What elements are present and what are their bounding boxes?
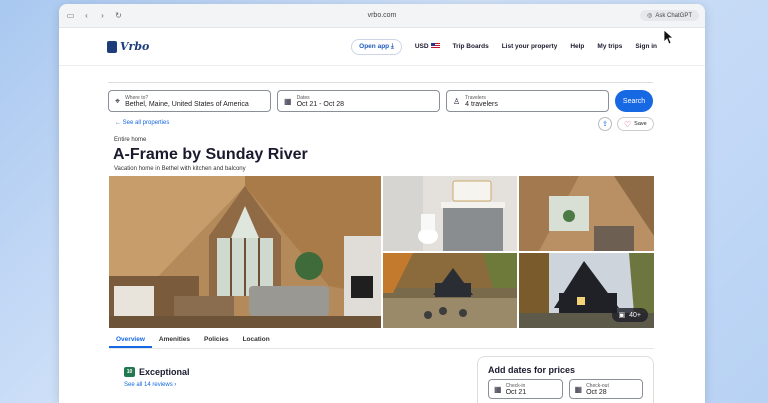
reviews-label: See all 14 reviews xyxy=(124,382,173,388)
checkout-field[interactable]: ▦ Check-out Oct 28 xyxy=(568,379,643,399)
tab-policies[interactable]: Policies xyxy=(197,331,236,348)
destination-field[interactable]: ⌖ Where to? Bethel, Maine, United States … xyxy=(108,90,271,112)
see-all-reviews-link[interactable]: See all 14 reviews › xyxy=(124,382,176,388)
heart-icon: ♡ xyxy=(624,119,632,129)
divider xyxy=(108,82,653,83)
open-app-label: Open app xyxy=(359,42,390,50)
property-type: Entire home xyxy=(114,137,147,143)
calendar-icon: ▦ xyxy=(574,384,583,394)
bathroom-image xyxy=(383,176,517,251)
search-bar: ⌖ Where to? Bethel, Maine, United States … xyxy=(108,90,653,112)
rating-score-badge: 10 xyxy=(124,367,135,377)
living-room-image xyxy=(109,176,381,328)
travelers-field[interactable]: ♙ Travelers 4 travelers xyxy=(446,90,609,112)
photo-gallery: ▣ 40+ xyxy=(109,176,654,328)
trip-boards-link[interactable]: Trip Boards xyxy=(453,43,489,50)
travelers-value: 4 travelers xyxy=(465,100,498,108)
forward-icon[interactable]: › xyxy=(97,10,108,21)
mouse-cursor-icon xyxy=(664,30,674,44)
see-all-properties-link[interactable]: ← See all properties xyxy=(115,120,169,126)
sidebar-toggle-icon[interactable]: ▭ xyxy=(65,10,76,21)
share-icon: ⇪ xyxy=(602,121,608,128)
vrbo-logo[interactable]: Vrbo xyxy=(107,40,149,53)
tab-overview[interactable]: Overview xyxy=(109,331,152,348)
vrbo-logo-icon xyxy=(107,40,117,53)
download-icon: ⤓ xyxy=(390,42,394,50)
us-flag-icon xyxy=(430,43,440,50)
search-button[interactable]: Search xyxy=(615,90,653,112)
destination-value: Bethel, Maine, United States of America xyxy=(125,100,249,108)
browser-toolbar: ▭ ‹ › ↻ vrbo.com ◎ Ask ChatGPT xyxy=(59,4,705,28)
person-icon: ♙ xyxy=(453,96,461,106)
sign-in-link[interactable]: Sign in xyxy=(635,43,657,50)
checkin-label: Check-in xyxy=(505,382,526,389)
listing-title: A-Frame by Sunday River xyxy=(113,146,308,163)
dates-field[interactable]: ▦ Dates Oct 21 - Oct 28 xyxy=(277,90,440,112)
logo-text: Vrbo xyxy=(120,40,150,53)
show-all-photos-button[interactable]: ▣ 40+ xyxy=(611,308,648,322)
checkin-value: Oct 21 xyxy=(505,388,527,396)
location-pin-icon: ⌖ xyxy=(115,95,121,106)
back-icon[interactable]: ‹ xyxy=(81,10,92,21)
ask-chatgpt-label: Ask ChatGPT xyxy=(655,12,692,19)
calendar-icon: ▦ xyxy=(284,96,292,106)
reload-icon[interactable]: ↻ xyxy=(113,10,124,21)
listing-subtitle: Vacation home in Bethel with kitchen and… xyxy=(114,166,246,172)
tab-amenities[interactable]: Amenities xyxy=(152,331,197,348)
ask-chatgpt-button[interactable]: ◎ Ask ChatGPT xyxy=(640,10,699,21)
price-card-heading: Add dates for prices xyxy=(488,365,576,375)
loft-image xyxy=(519,176,654,251)
currency-selector[interactable]: USD xyxy=(415,43,440,50)
exterior-photo[interactable] xyxy=(383,253,517,328)
address-bar[interactable]: vrbo.com xyxy=(59,12,705,19)
exterior-night-photo[interactable]: ▣ 40+ xyxy=(519,253,654,328)
my-trips-link[interactable]: My trips xyxy=(597,43,622,50)
listing-actions: ⇪ ♡ Save xyxy=(598,117,654,131)
header-nav: Open app ⤓ USD Trip Boards List your pro… xyxy=(351,38,657,55)
listing-tabs: Overview Amenities Policies Location xyxy=(109,331,654,349)
rating-label: Exceptional xyxy=(139,367,190,377)
see-all-label: See all properties xyxy=(122,120,170,126)
photos-icon: ▣ xyxy=(618,312,626,319)
date-pickers: ▦ Check-in Oct 21 ▦ Check-out Oct 28 xyxy=(488,379,643,399)
list-property-link[interactable]: List your property xyxy=(502,43,558,50)
chatgpt-icon: ◎ xyxy=(647,13,653,19)
site-header: Vrbo Open app ⤓ USD Trip Boards List you… xyxy=(59,28,705,66)
currency-label: USD xyxy=(414,43,429,50)
help-link[interactable]: Help xyxy=(570,43,584,50)
bathroom-photo[interactable] xyxy=(383,176,517,251)
share-button[interactable]: ⇪ xyxy=(598,117,612,131)
arrow-left-icon: ← xyxy=(115,120,121,126)
open-app-button[interactable]: Open app ⤓ xyxy=(351,38,402,55)
save-button[interactable]: ♡ Save xyxy=(617,117,654,131)
rating-summary: 10 Exceptional xyxy=(124,367,190,377)
dates-value: Oct 21 - Oct 28 xyxy=(296,100,345,108)
calendar-icon: ▦ xyxy=(494,384,502,394)
checkin-field[interactable]: ▦ Check-in Oct 21 xyxy=(488,379,563,399)
chevron-right-icon: › xyxy=(174,382,177,388)
save-label: Save xyxy=(634,121,647,127)
price-card: Add dates for prices ▦ Check-in Oct 21 ▦ … xyxy=(477,356,654,403)
checkout-label: Check-out xyxy=(586,382,609,389)
loft-photo[interactable] xyxy=(519,176,654,251)
main-photo[interactable] xyxy=(109,176,381,328)
exterior-yard-image xyxy=(383,253,517,328)
browser-window: ▭ ‹ › ↻ vrbo.com ◎ Ask ChatGPT Vrbo Open… xyxy=(59,4,705,403)
checkout-value: Oct 28 xyxy=(586,388,607,396)
photo-count: 40+ xyxy=(629,311,641,319)
tab-location[interactable]: Location xyxy=(236,331,277,348)
